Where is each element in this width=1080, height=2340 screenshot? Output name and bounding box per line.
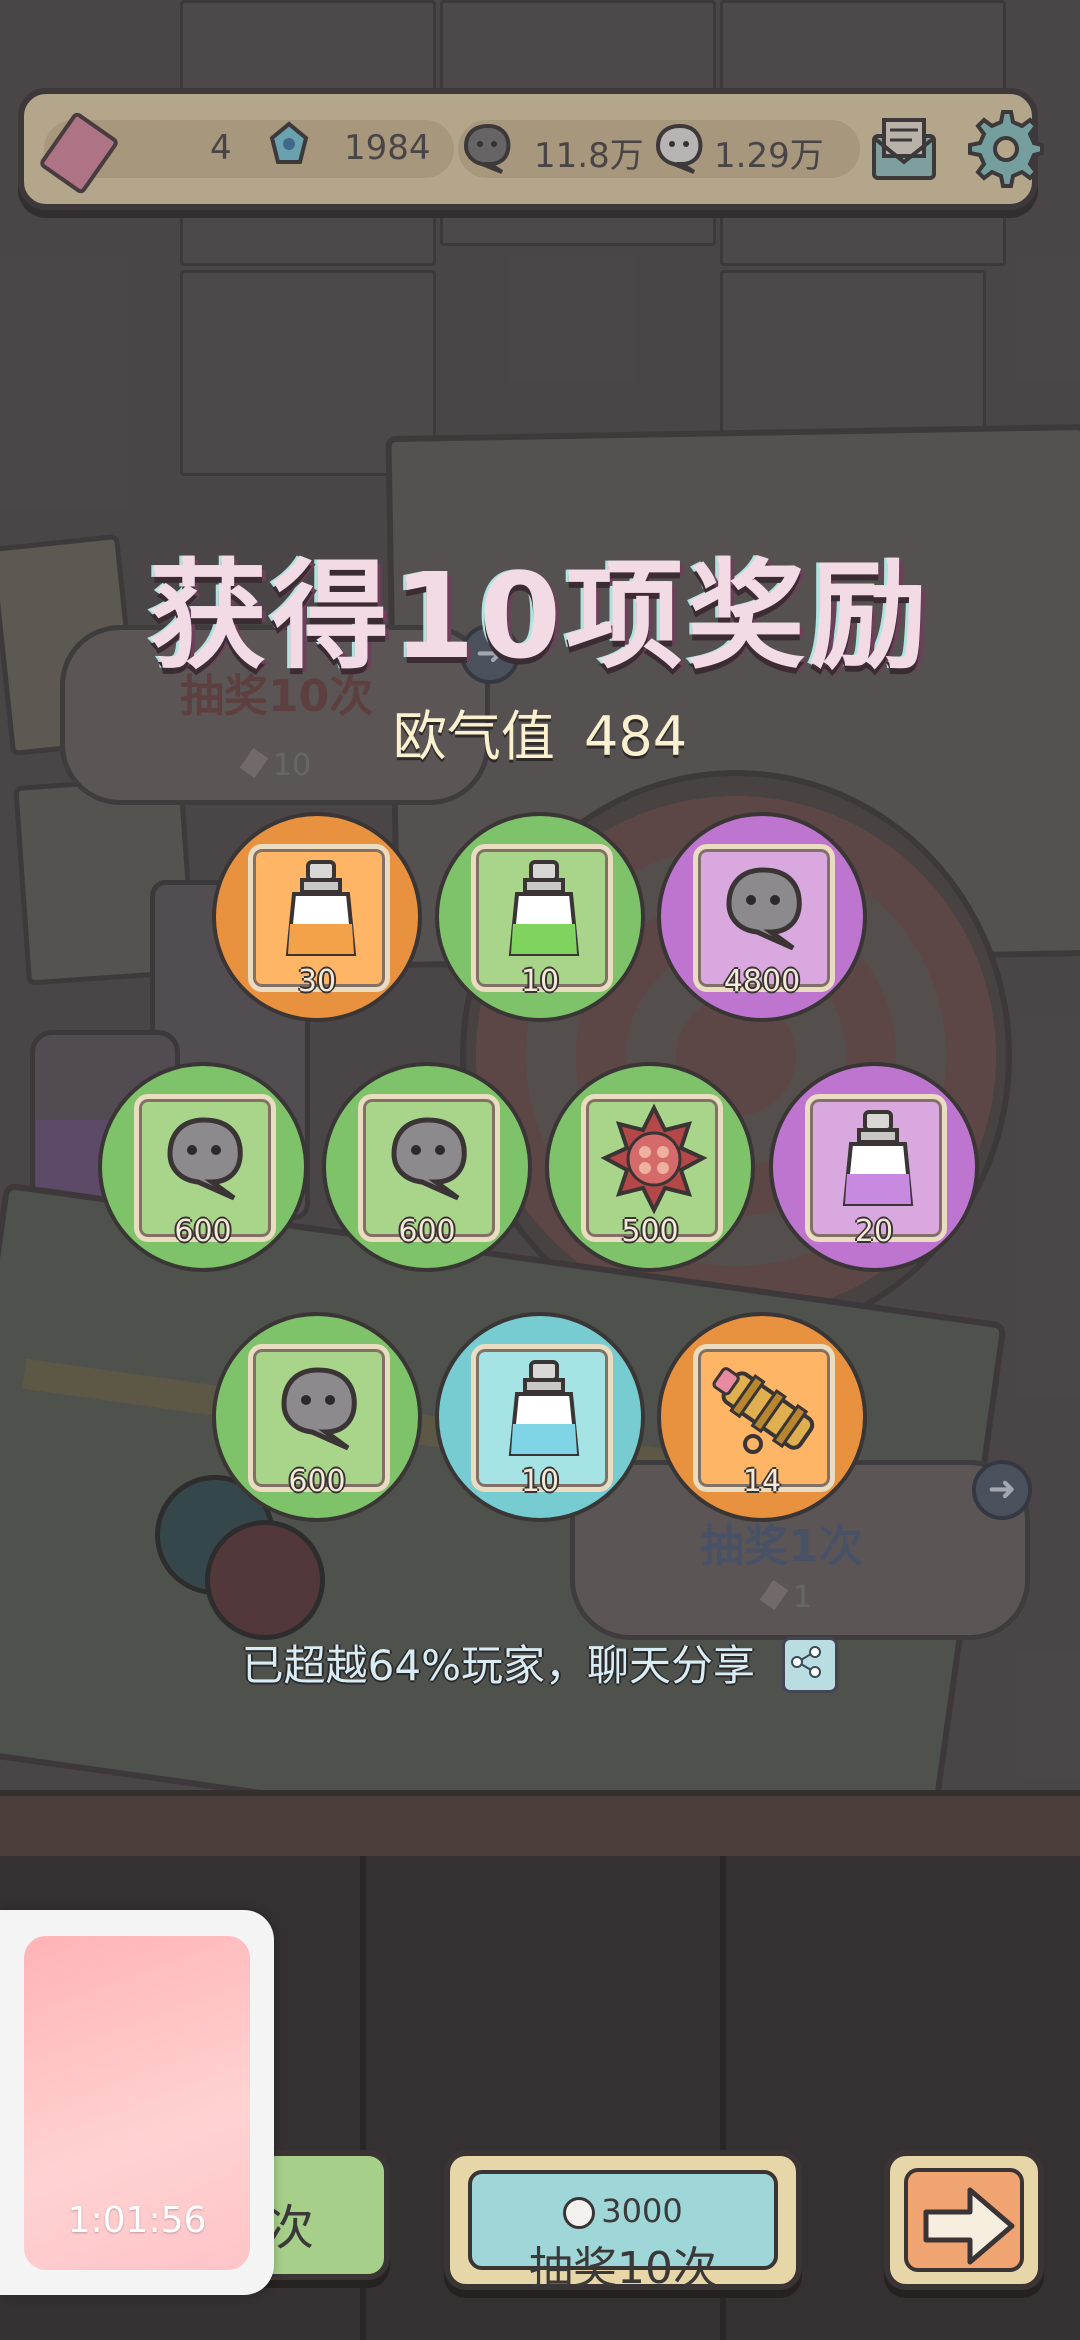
reward-quantity: 20 bbox=[854, 1214, 894, 1249]
reward-quantity: 30 bbox=[297, 964, 337, 999]
reward-title: 获得10项奖励 bbox=[148, 547, 932, 685]
white-soul-icon bbox=[563, 2197, 596, 2229]
reward-quantity: 600 bbox=[398, 1214, 456, 1249]
draw-ten-cost: 3000 bbox=[472, 2192, 774, 2230]
reward-item[interactable]: 500 bbox=[545, 1062, 755, 1272]
reward-item[interactable]: 30 bbox=[212, 812, 422, 1022]
luck-label: 欧气值 bbox=[392, 705, 555, 768]
reward-quantity: 10 bbox=[520, 964, 560, 999]
share-row[interactable]: 已超越64%玩家，聊天分享 bbox=[0, 1632, 1080, 1697]
reward-quantity: 600 bbox=[288, 1464, 346, 1499]
reward-quantity: 4800 bbox=[723, 964, 801, 999]
arrow-right-icon bbox=[923, 2187, 1015, 2265]
luck-value-row: 欧气值 484 bbox=[0, 692, 1080, 771]
luck-value: 484 bbox=[584, 705, 688, 768]
next-button-face bbox=[904, 2168, 1024, 2272]
reward-item[interactable]: 10 bbox=[435, 1312, 645, 1522]
draw-ten-button[interactable]: 3000 抽奖10次 bbox=[444, 2150, 802, 2294]
share-text[interactable]: 已超越64%玩家，聊天分享 bbox=[242, 1641, 755, 1690]
share-icon[interactable] bbox=[782, 1636, 839, 1693]
reward-quantity: 500 bbox=[621, 1214, 679, 1249]
reward-item[interactable]: 600 bbox=[98, 1062, 308, 1272]
next-button[interactable] bbox=[884, 2150, 1044, 2290]
reward-item[interactable]: 600 bbox=[322, 1062, 532, 1272]
reward-item[interactable]: 20 bbox=[769, 1062, 979, 1272]
floating-video-window[interactable]: 1:01:56 bbox=[0, 1910, 274, 2295]
table-edge bbox=[0, 1790, 1080, 1862]
draw-ten-button-face: 3000 抽奖10次 bbox=[468, 2170, 778, 2294]
video-timer: 1:01:56 bbox=[67, 2200, 207, 2241]
reward-item[interactable]: 600 bbox=[212, 1312, 422, 1522]
reward-quantity: 14 bbox=[742, 1464, 782, 1499]
reward-item[interactable]: 10 bbox=[435, 812, 645, 1022]
draw-ten-button-label: 抽奖10次 bbox=[529, 2243, 717, 2294]
reward-quantity: 10 bbox=[520, 1464, 560, 1499]
reward-item[interactable]: 14 bbox=[657, 1312, 867, 1522]
reward-item[interactable]: 4800 bbox=[657, 812, 867, 1022]
reward-quantity: 600 bbox=[174, 1214, 232, 1249]
